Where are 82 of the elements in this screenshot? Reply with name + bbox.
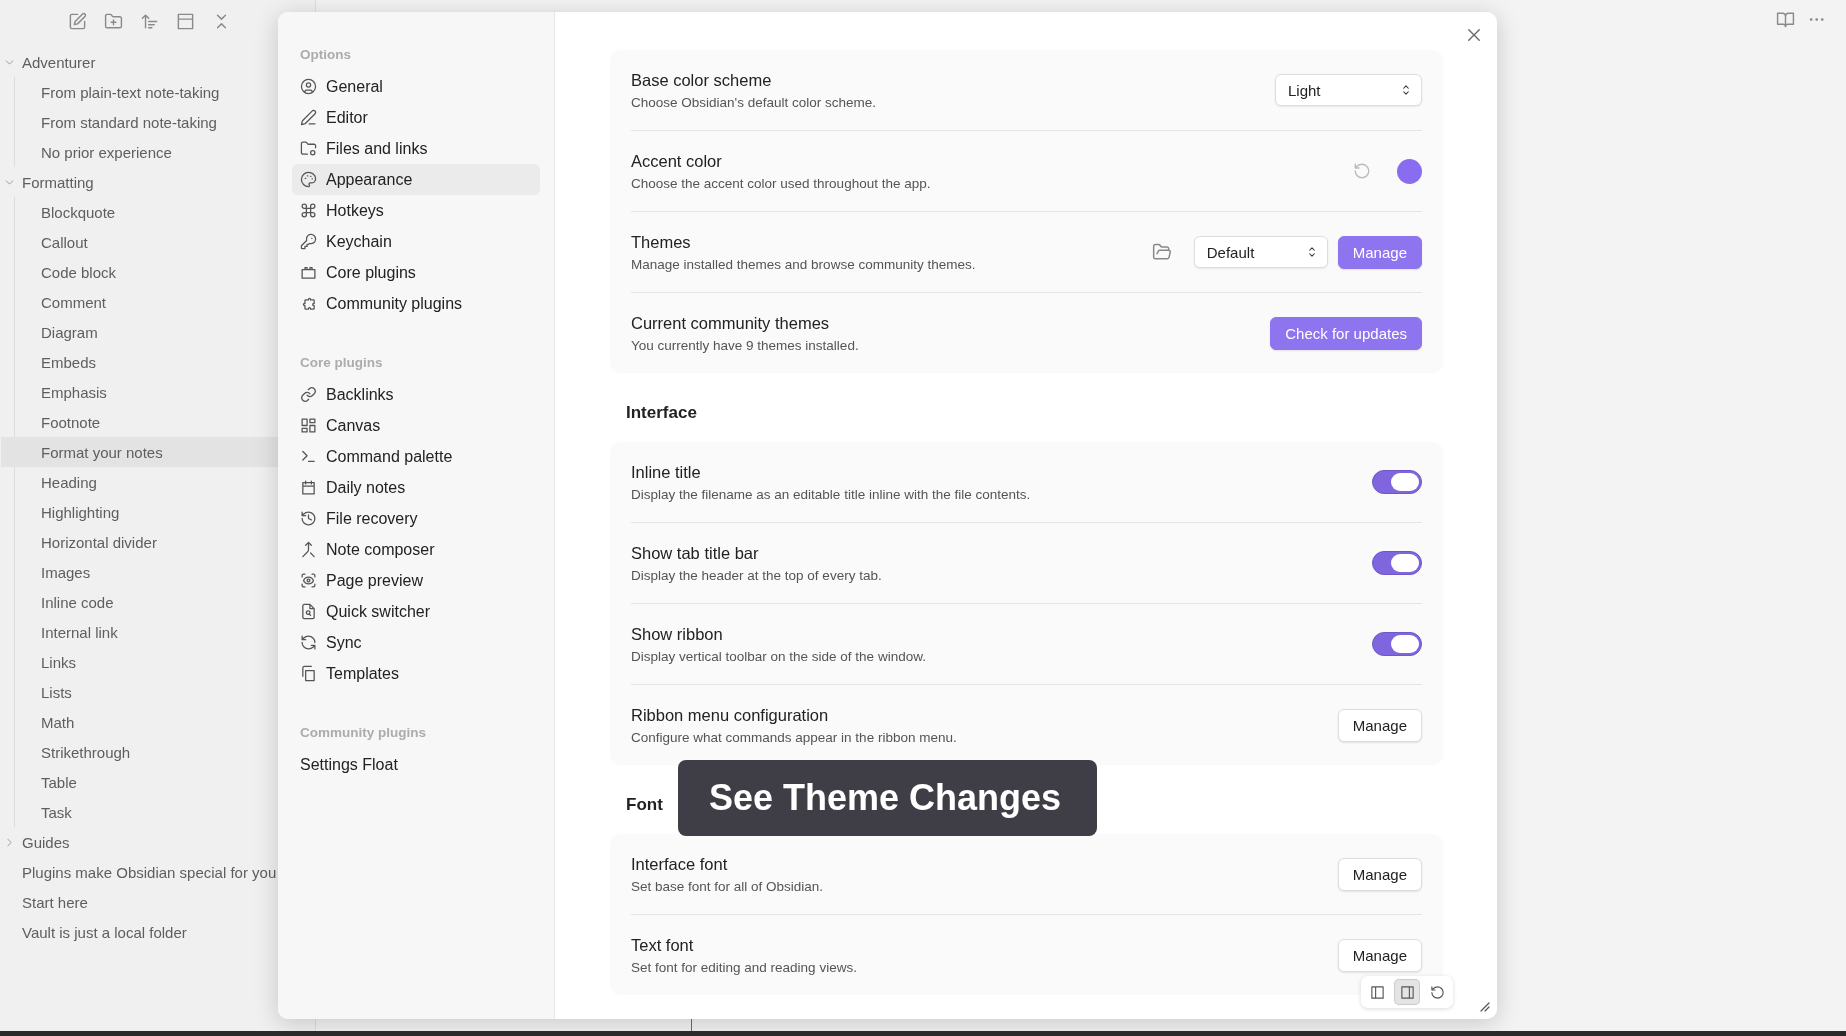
nav-item[interactable]: Files and links	[292, 133, 540, 164]
color-scheme-dropdown[interactable]: Light	[1275, 74, 1422, 106]
dock-button[interactable]	[1394, 979, 1420, 1005]
setting-title: Inline title	[631, 462, 702, 482]
setting-title: Interface font	[631, 854, 729, 874]
nav-item[interactable]: Community plugins	[292, 288, 540, 319]
folder-item[interactable]: Guides	[0, 827, 315, 857]
action-button[interactable]: Manage	[1337, 938, 1422, 972]
action-button[interactable]: Manage	[1337, 857, 1422, 891]
close-icon[interactable]	[1465, 26, 1483, 44]
setting-description: Manage installed themes and browse community themes.	[631, 256, 976, 272]
nav-item[interactable]: Editor	[292, 102, 540, 133]
nav-item[interactable]: Settings Float	[292, 749, 540, 780]
pencil-icon	[300, 109, 317, 126]
toggle-switch[interactable]	[1372, 632, 1422, 656]
puzzle-icon	[300, 295, 317, 312]
folder-gear-icon	[300, 140, 317, 157]
reset-icon	[1429, 984, 1445, 1000]
setting-title: Show tab title bar	[631, 543, 760, 563]
action-button[interactable]: Check for updates	[1270, 316, 1422, 350]
nav-item[interactable]: Daily notes	[292, 472, 540, 503]
setting-description: Choose Obsidian's default color scheme.	[631, 94, 876, 110]
link-icon	[300, 386, 317, 403]
manage-button[interactable]: Manage	[1337, 235, 1422, 269]
setting-title: Show ribbon	[631, 624, 724, 644]
section-heading: Font	[626, 795, 663, 815]
panel-left-icon	[1369, 984, 1385, 1000]
nav-item[interactable]: General	[292, 71, 540, 102]
nav-item[interactable]: Note composer	[292, 534, 540, 565]
setting-title: Ribbon menu configuration	[631, 705, 830, 725]
setting-title: Themes	[631, 232, 692, 252]
setting-description: Set base font for all of Obsidian.	[631, 878, 824, 894]
nav-item[interactable]: Appearance	[292, 164, 540, 195]
nav-section-heading: Community plugins	[299, 724, 427, 742]
setting-description: Choose the accent color used throughout the app.	[631, 175, 931, 191]
video-caption: See Theme Changes	[678, 760, 1097, 836]
setting-title: Text font	[631, 935, 695, 955]
terminal-icon	[300, 448, 317, 465]
setting-description: Display the filename as an editable title inline with the file contents.	[631, 486, 1031, 502]
accent-color-swatch[interactable]	[1397, 158, 1422, 184]
setting-description: You currently have 9 themes installed.	[631, 337, 859, 353]
nav-section-heading: Core plugins	[299, 354, 384, 372]
setting-title: Current community themes	[631, 313, 831, 333]
folder-plus-icon[interactable]	[104, 12, 123, 31]
copy-icon	[300, 665, 317, 682]
key-icon	[300, 233, 317, 250]
setting-description: Display the header at the top of every tab.	[631, 567, 882, 583]
command-key-icon	[300, 202, 317, 219]
box-icon	[300, 264, 317, 281]
toggle-switch[interactable]	[1372, 470, 1422, 494]
theme-dropdown[interactable]: Default	[1193, 236, 1328, 268]
palette-icon	[300, 171, 317, 188]
setting-description: Set font for editing and reading views.	[631, 959, 857, 975]
grid-icon	[300, 417, 317, 434]
nav-section-heading: Options	[299, 46, 352, 64]
nav-item[interactable]: Backlinks	[292, 379, 540, 410]
nav-item[interactable]: Keychain	[292, 226, 540, 257]
setting-title: Accent color	[631, 151, 723, 171]
panel-right-icon	[1399, 984, 1415, 1000]
nav-item[interactable]: Templates	[292, 658, 540, 689]
merge-icon	[300, 541, 317, 558]
nav-item[interactable]: Page preview	[292, 565, 540, 596]
calendar-icon	[300, 479, 317, 496]
action-button[interactable]: Manage	[1337, 708, 1422, 742]
book-icon[interactable]	[1776, 10, 1795, 29]
panel-icon[interactable]	[176, 12, 195, 31]
nav-item[interactable]: File recovery	[292, 503, 540, 534]
nav-item[interactable]: Hotkeys	[292, 195, 540, 226]
sort-icon[interactable]	[140, 12, 159, 31]
toggle-switch[interactable]	[1372, 551, 1422, 575]
nav-item[interactable]: Sync	[292, 627, 540, 658]
setting-title: Base color scheme	[631, 70, 773, 90]
setting-description: Configure what commands appear in the ribbon menu.	[631, 729, 957, 745]
eye-icon	[300, 572, 317, 589]
folder-icon[interactable]	[1151, 242, 1172, 262]
section-heading: Interface	[626, 403, 697, 423]
setting-description: Display vertical toolbar on the side of the window.	[631, 648, 926, 664]
history-icon	[300, 510, 317, 527]
file-search-icon	[300, 603, 317, 620]
nav-item[interactable]: Quick switcher	[292, 596, 540, 627]
sync-icon	[300, 634, 317, 651]
nav-item[interactable]: Core plugins	[292, 257, 540, 288]
